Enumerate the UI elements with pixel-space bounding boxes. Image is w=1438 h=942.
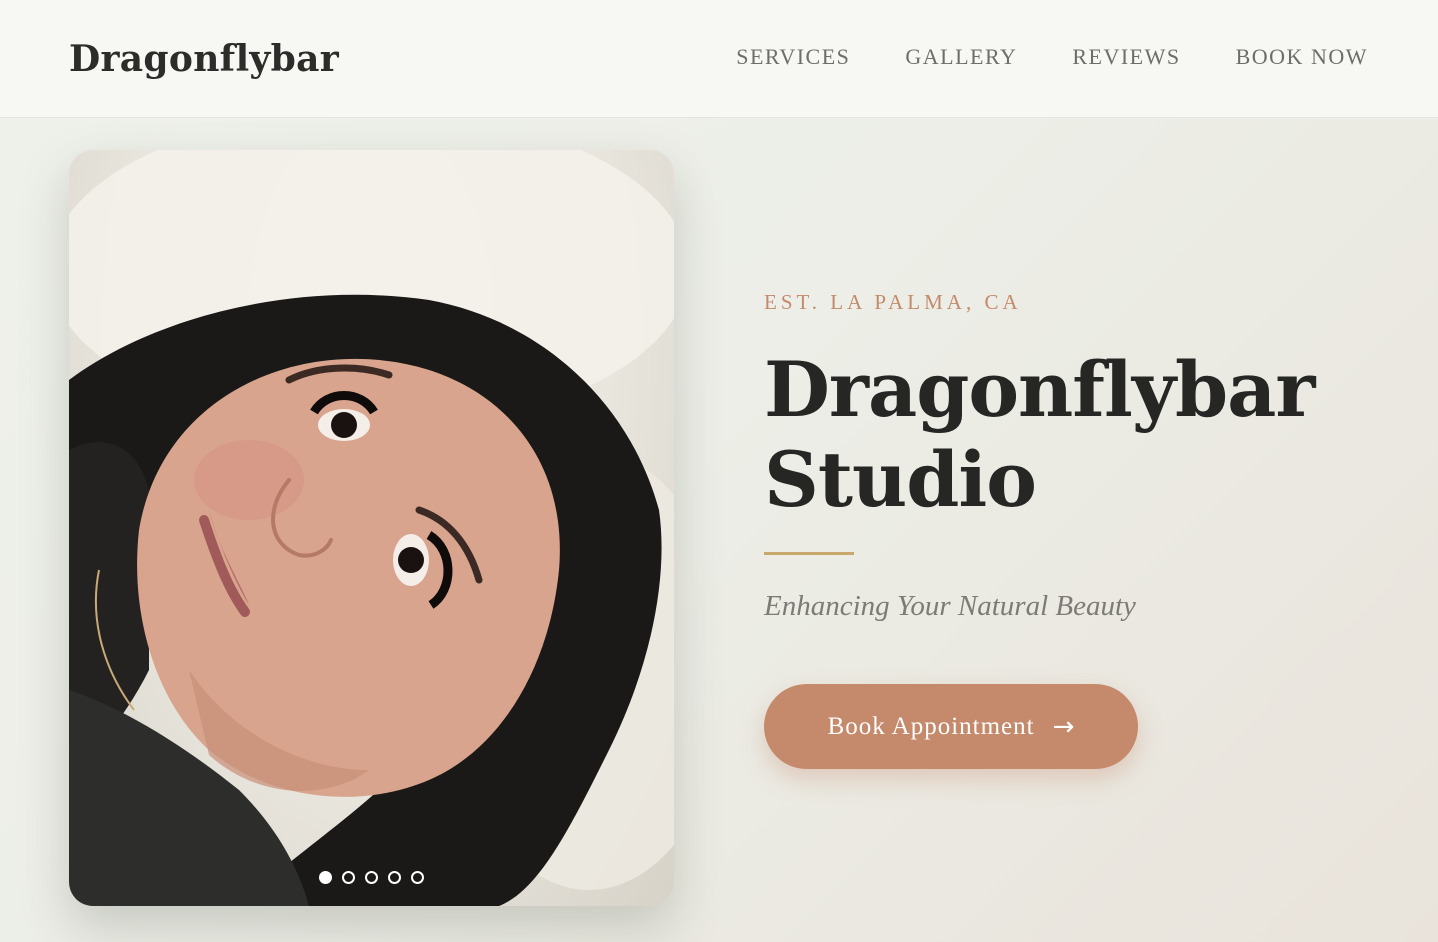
hero-title-line2: Studio <box>764 435 1037 524</box>
book-appointment-button[interactable]: Book Appointment → <box>764 684 1138 769</box>
nav-services[interactable]: SERVICES <box>736 44 850 70</box>
main-nav: SERVICES GALLERY REVIEWS BOOK NOW <box>736 44 1368 70</box>
carousel-dot-2[interactable] <box>342 871 355 884</box>
carousel-dot-4[interactable] <box>388 871 401 884</box>
carousel-dot-5[interactable] <box>411 871 424 884</box>
nav-reviews[interactable]: REVIEWS <box>1072 44 1180 70</box>
hero-title: Dragonflybar Studio <box>764 345 1384 525</box>
carousel-dots <box>69 871 674 884</box>
hero-photo-carousel[interactable] <box>69 150 674 906</box>
nav-book-now[interactable]: BOOK NOW <box>1236 44 1368 70</box>
book-appointment-label: Book Appointment <box>827 712 1035 740</box>
carousel-dot-3[interactable] <box>365 871 378 884</box>
title-divider <box>764 552 854 555</box>
hero-eyebrow: EST. LA PALMA, CA <box>764 290 1022 314</box>
nav-gallery[interactable]: GALLERY <box>905 44 1017 70</box>
portrait-lash-extensions-image <box>69 150 674 906</box>
hero-tagline: Enhancing Your Natural Beauty <box>764 590 1136 622</box>
site-header: Dragonflybar SERVICES GALLERY REVIEWS BO… <box>0 0 1438 118</box>
arrow-right-icon: → <box>1052 711 1075 742</box>
carousel-dot-1[interactable] <box>319 871 332 884</box>
hero-title-line1: Dragonflybar <box>764 345 1315 434</box>
site-logo[interactable]: Dragonflybar <box>69 38 339 80</box>
